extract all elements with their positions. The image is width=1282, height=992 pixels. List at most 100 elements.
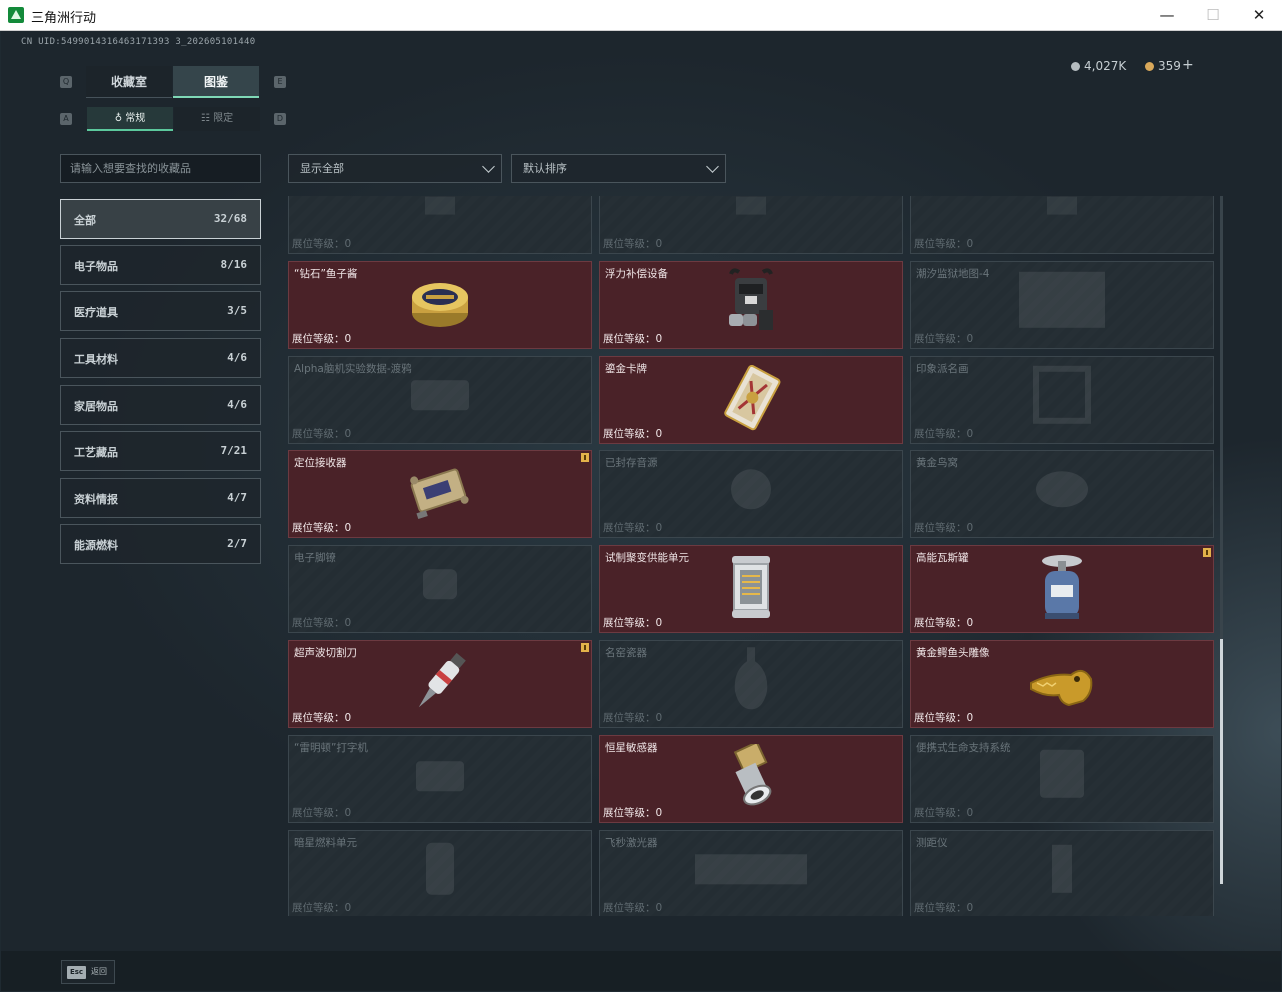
limited-tab-icon: ☷: [200, 113, 214, 124]
card-item-name: 潮汐监狱地图-4: [916, 267, 990, 280]
tab-collection-room[interactable]: 收藏室: [86, 66, 172, 98]
category-name: 能源燃料: [74, 539, 118, 552]
collection-card[interactable]: “钻石”鱼子酱 展位等级：0: [288, 260, 592, 349]
collection-card[interactable]: 黄金鸟窝展位等级：0: [910, 450, 1214, 539]
locator-receiver-icon: [407, 461, 473, 527]
card-level: 展位等级：0: [603, 806, 663, 819]
new-badge-icon: [581, 643, 589, 652]
window-title: 三角洲行动: [31, 11, 97, 26]
card-level: 展位等级：0: [914, 522, 974, 535]
category-item[interactable]: 工具材料 4/6: [60, 338, 261, 378]
card-item-name: 鎏金卡牌: [605, 362, 647, 375]
card-item-name: 暗星燃料单元: [294, 836, 357, 849]
star-sensor-icon: [721, 740, 781, 814]
collection-card[interactable]: 展位等级：0: [288, 196, 592, 254]
category-item[interactable]: 电子物品 8/16: [60, 245, 261, 285]
collection-card[interactable]: 鎏金卡牌展位等级：0: [599, 355, 903, 444]
partial-item-icon: [1037, 196, 1087, 223]
category-name: 全部: [74, 214, 96, 227]
card-item-name: 电子脚镣: [294, 552, 336, 565]
collection-card[interactable]: 展位等级：0: [910, 196, 1214, 254]
card-level: 展位等级：0: [603, 238, 663, 250]
card-item-name: 黄金鳄鱼头雕像: [916, 647, 990, 659]
collection-card[interactable]: 恒星敏感器展位等级：0: [599, 734, 903, 823]
partial-item-icon: [726, 196, 776, 223]
golden-nest-icon: [1032, 465, 1092, 519]
subtab-right-key: D: [274, 113, 286, 125]
esc-key-icon: Esc: [67, 966, 86, 979]
sort-select-value: 默认排序: [523, 162, 567, 175]
game-viewport: CN UID:5499014316463171393 3_20260510144…: [1, 31, 1281, 991]
minimize-button[interactable]: —: [1144, 0, 1190, 31]
collection-card[interactable]: 黄金鳄鱼头雕像 展位等级：0: [910, 640, 1214, 728]
card-item-name: 恒星敏感器: [605, 741, 658, 754]
buoyancy-device-icon: [723, 266, 779, 344]
collection-card[interactable]: 飞秒激光器 展位等级：0: [599, 829, 903, 916]
category-count: 4/6: [227, 398, 247, 411]
collection-card[interactable]: 已封存音源 展位等级：0: [599, 450, 903, 539]
card-level: 展位等级：0: [603, 427, 663, 440]
card-item-name: Alpha脑机实验数据-渡鸦: [294, 362, 412, 375]
bottom-bar: [1, 951, 1281, 991]
card-item-name: 黄金鸟窝: [916, 457, 958, 470]
collection-card[interactable]: Alpha脑机实验数据-渡鸦 展位等级：0: [288, 355, 592, 444]
category-item[interactable]: 全部 32/68: [60, 199, 261, 239]
collection-card[interactable]: 展位等级：0: [599, 196, 903, 254]
collection-card[interactable]: 名窑瓷器 展位等级：0: [599, 640, 903, 728]
collection-card[interactable]: 测距仪展位等级：0: [910, 829, 1214, 916]
collection-card[interactable]: 定位接收器 展位等级：0: [288, 450, 592, 539]
card-level: 展位等级：0: [914, 332, 974, 345]
card-item-name: 印象派名画: [916, 362, 969, 375]
card-item-name: 已封存音源: [605, 457, 658, 470]
category-item[interactable]: 家居物品 4/6: [60, 385, 261, 425]
category-item[interactable]: 能源燃料 2/7: [60, 524, 261, 564]
card-level: 展位等级：0: [914, 901, 974, 914]
category-item[interactable]: 资料情报 4/7: [60, 478, 261, 518]
subtab-limited[interactable]: ☷ 限定: [174, 107, 260, 131]
card-item-name: 名窑瓷器: [605, 647, 647, 659]
collection-card[interactable]: 高能瓦斯罐 展位等级：0: [910, 545, 1214, 634]
fusion-cell-icon: [726, 552, 776, 626]
search-input[interactable]: 请输入想要查找的收藏品: [60, 154, 261, 183]
card-level: 展位等级：0: [292, 522, 352, 535]
collection-card[interactable]: “雷明顿”打字机 展位等级：0: [288, 734, 592, 823]
card-item-name: 试制聚变供能单元: [605, 552, 689, 565]
collection-card[interactable]: 试制聚变供能单元 展位等级：0: [599, 545, 903, 634]
category-item[interactable]: 医疗道具 3/5: [60, 291, 261, 331]
card-level: 展位等级：0: [292, 238, 352, 250]
tab-gallery[interactable]: 图鉴: [173, 66, 259, 98]
card-level: 展位等级：0: [914, 806, 974, 819]
grid-scrollbar-thumb[interactable]: [1220, 639, 1223, 884]
data-drive-icon: [405, 370, 475, 424]
subtab-normal-label: 常规: [125, 113, 146, 124]
card-level: 展位等级：0: [292, 901, 352, 914]
category-item[interactable]: 工艺藏品 7/21: [60, 431, 261, 471]
subtab-normal[interactable]: ♁ 常规: [87, 107, 173, 131]
tab-left-key: Q: [60, 76, 72, 88]
sort-select[interactable]: 默认排序: [511, 154, 726, 183]
maximize-button[interactable]: ☐: [1190, 0, 1236, 31]
collection-card[interactable]: 便携式生命支持系统 展位等级：0: [910, 734, 1214, 823]
card-item-name: “钻石”鱼子酱: [294, 267, 358, 280]
collection-card[interactable]: 暗星燃料单元 展位等级：0: [288, 829, 592, 916]
laser-device-icon: [691, 844, 811, 898]
category-name: 资料情报: [74, 493, 118, 506]
porcelain-vase-icon: [731, 643, 771, 717]
gas-canister-icon: [1037, 551, 1087, 627]
back-button[interactable]: Esc 返回: [61, 960, 115, 984]
card-level: 展位等级：0: [914, 712, 974, 724]
collection-card[interactable]: 印象派名画 展位等级：0: [910, 355, 1214, 444]
collection-card[interactable]: 潮汐监狱地图-4 展位等级：0: [910, 260, 1214, 349]
collection-card[interactable]: 电子脚镣 展位等级：0: [288, 545, 592, 634]
gem-icon: [1145, 62, 1154, 71]
close-button[interactable]: ✕: [1236, 0, 1282, 31]
add-currency-button[interactable]: +: [1182, 57, 1194, 73]
filter-select[interactable]: 显示全部: [288, 154, 502, 183]
window-titlebar: 三角洲行动 — ☐ ✕: [0, 0, 1282, 31]
collection-card[interactable]: 浮力补偿设备 展位等级：0: [599, 260, 903, 349]
card-item-name: 测距仪: [916, 836, 948, 849]
card-item-name: “雷明顿”打字机: [294, 741, 368, 754]
fuel-cell-icon: [420, 838, 460, 902]
collection-card[interactable]: 超声波切割刀 展位等级：0: [288, 640, 592, 728]
coin-icon: [1071, 62, 1080, 71]
